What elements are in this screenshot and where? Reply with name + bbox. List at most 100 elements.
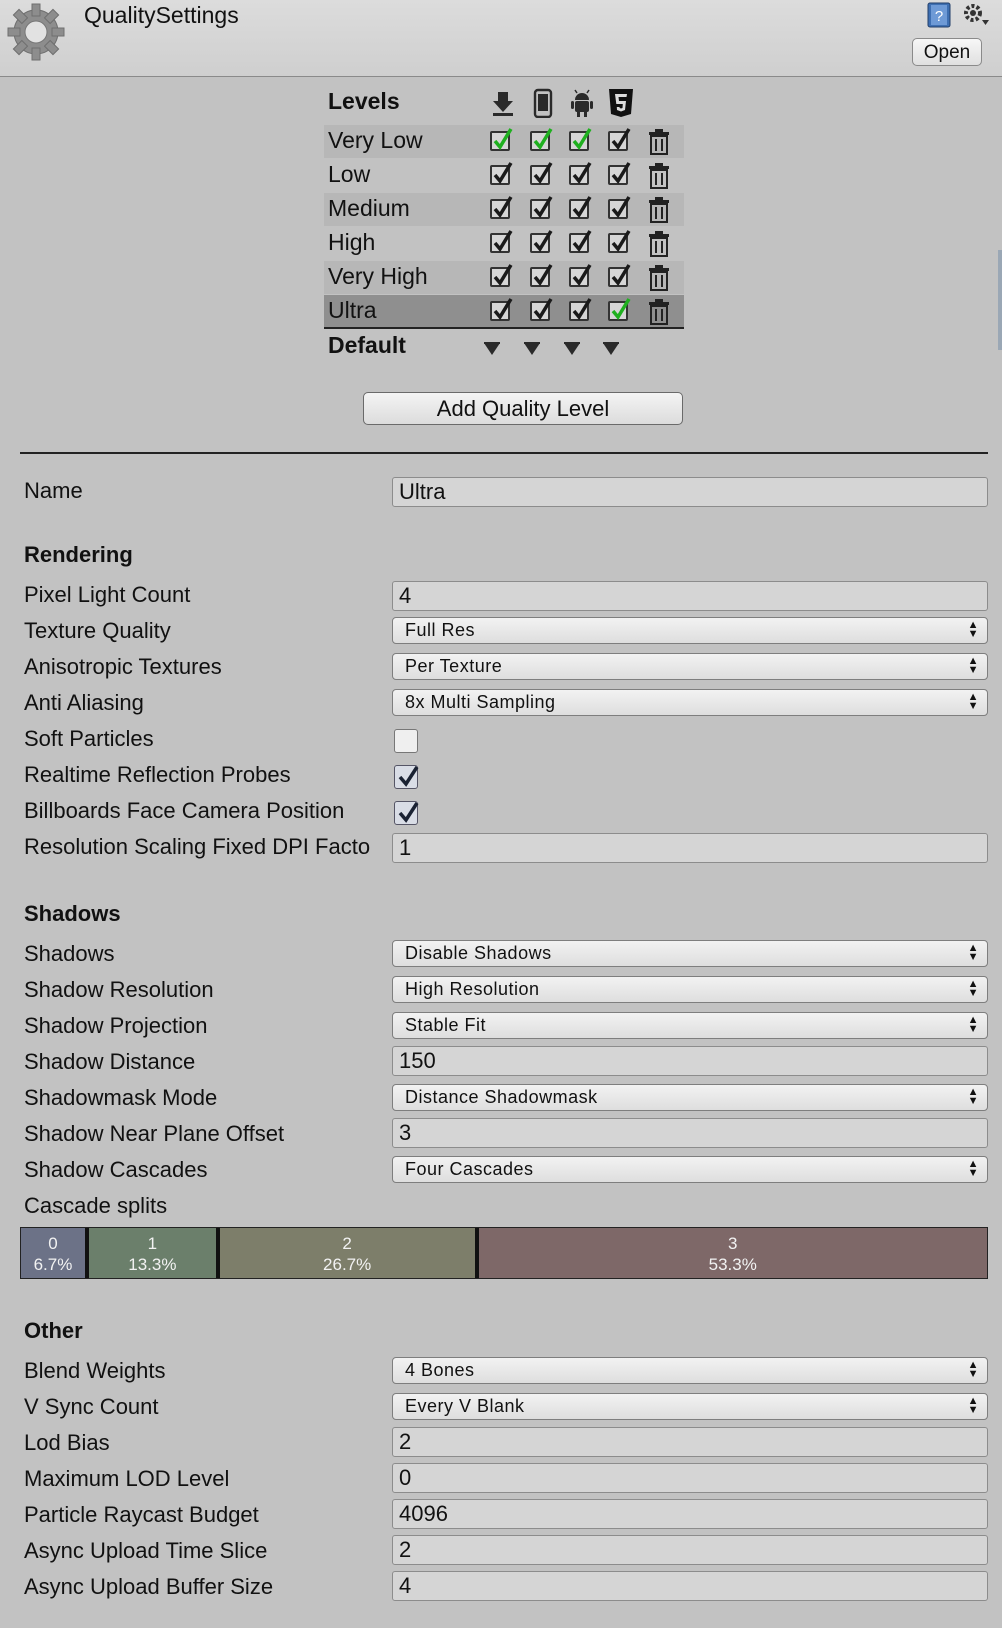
quality-level-row[interactable]: Very Low	[324, 125, 684, 158]
pixel-light-count-field[interactable]: 4	[392, 581, 988, 611]
checkmark-icon	[611, 298, 631, 320]
shadowmask-mode-dropdown[interactable]: Distance Shadowmask ▲ ▼	[392, 1084, 988, 1111]
checkmark-icon	[533, 264, 553, 286]
async-upload-time-slice-field[interactable]: 2	[392, 1535, 988, 1565]
default-label: Default	[328, 332, 406, 358]
shadowmask-mode-value: Distance Shadowmask	[405, 1087, 598, 1107]
quality-level-row[interactable]: Very High	[324, 261, 684, 294]
dropdown-arrows-icon: ▲ ▼	[967, 978, 979, 999]
cascade-percent: 13.3%	[128, 1255, 177, 1274]
v-sync-count-dropdown[interactable]: Every V Blank ▲ ▼	[392, 1393, 988, 1420]
quality-level-row[interactable]: Medium	[324, 193, 684, 226]
level-standalone-checkbox[interactable]	[490, 196, 513, 219]
dropdown-arrows-icon: ▲ ▼	[967, 942, 979, 963]
level-android-checkbox[interactable]	[569, 162, 592, 185]
trash-icon[interactable]	[648, 265, 670, 291]
trash-icon[interactable]	[648, 129, 670, 155]
cascade-splits-bar[interactable]: 0 6.7% 1 13.3% 2 26.7% 3 53.3%	[20, 1227, 988, 1279]
anisotropic-textures-dropdown[interactable]: Per Texture ▲ ▼	[392, 653, 988, 680]
checkmark-icon	[398, 802, 419, 823]
add-quality-level-button[interactable]: Add Quality Level	[363, 392, 683, 425]
level-phone-checkbox[interactable]	[530, 298, 553, 321]
shadow-resolution-label: Shadow Resolution	[24, 977, 214, 1002]
texture-quality-dropdown[interactable]: Full Res ▲ ▼	[392, 617, 988, 644]
cascade-split-segment[interactable]: 3 53.3%	[474, 1228, 987, 1278]
async-upload-buffer-size-field[interactable]: 4	[392, 1571, 988, 1601]
anti-aliasing-dropdown[interactable]: 8x Multi Sampling ▲ ▼	[392, 689, 988, 716]
pixel-light-count-label: Pixel Light Count	[24, 582, 191, 607]
lod-bias-field[interactable]: 2	[392, 1427, 988, 1457]
level-standalone-checkbox[interactable]	[490, 162, 513, 185]
level-webgl-checkbox[interactable]	[608, 298, 631, 321]
shadow-distance-field[interactable]: 150	[392, 1046, 988, 1076]
level-android-checkbox[interactable]	[569, 298, 592, 321]
trash-icon[interactable]	[648, 299, 670, 325]
checkmark-icon	[493, 298, 513, 320]
open-button[interactable]: Open	[912, 38, 982, 66]
quality-level-row[interactable]: Low	[324, 159, 684, 192]
billboards-face-camera-checkbox[interactable]	[394, 801, 419, 825]
default-dropdown-android[interactable]	[562, 342, 582, 356]
dropdown-arrows-icon: ▲ ▼	[967, 655, 979, 676]
settings-gear-icon[interactable]	[962, 2, 990, 28]
shadows-value: Disable Shadows	[405, 943, 552, 963]
shadow-resolution-dropdown[interactable]: High Resolution ▲ ▼	[392, 976, 988, 1003]
level-phone-checkbox[interactable]	[530, 264, 553, 287]
shadows-dropdown[interactable]: Disable Shadows ▲ ▼	[392, 940, 988, 967]
particle-raycast-budget-field[interactable]: 4096	[392, 1499, 988, 1529]
dropdown-arrows-icon: ▲ ▼	[967, 1014, 979, 1035]
soft-particles-checkbox[interactable]	[394, 729, 418, 753]
resolution-scaling-dpi-field[interactable]: 1	[392, 833, 988, 863]
maximum-lod-level-field[interactable]: 0	[392, 1463, 988, 1493]
trash-icon[interactable]	[648, 231, 670, 257]
level-phone-checkbox[interactable]	[530, 196, 553, 219]
cascade-split-segment[interactable]: 1 13.3%	[84, 1228, 216, 1278]
quality-level-name: Very High	[328, 263, 428, 289]
level-phone-checkbox[interactable]	[530, 128, 553, 151]
level-android-checkbox[interactable]	[569, 230, 592, 253]
anti-aliasing-value: 8x Multi Sampling	[405, 692, 556, 712]
level-android-checkbox[interactable]	[569, 264, 592, 287]
level-phone-checkbox[interactable]	[530, 230, 553, 253]
cascade-split-segment[interactable]: 2 26.7%	[215, 1228, 475, 1278]
level-android-checkbox[interactable]	[569, 128, 592, 151]
checkmark-icon	[493, 196, 513, 218]
level-standalone-checkbox[interactable]	[490, 264, 513, 287]
level-webgl-checkbox[interactable]	[608, 230, 631, 253]
trash-icon[interactable]	[648, 163, 670, 189]
checkmark-icon	[611, 162, 631, 184]
soft-particles-label: Soft Particles	[24, 726, 154, 751]
checkmark-icon	[611, 128, 631, 150]
quality-level-name: Low	[328, 161, 371, 187]
shadow-resolution-value: High Resolution	[405, 979, 540, 999]
level-webgl-checkbox[interactable]	[608, 128, 631, 151]
level-webgl-checkbox[interactable]	[608, 196, 631, 219]
checkmark-icon	[572, 162, 592, 184]
level-android-checkbox[interactable]	[569, 196, 592, 219]
shadow-cascades-label: Shadow Cascades	[24, 1157, 208, 1182]
checkmark-icon	[533, 162, 553, 184]
level-webgl-checkbox[interactable]	[608, 162, 631, 185]
blend-weights-dropdown[interactable]: 4 Bones ▲ ▼	[392, 1357, 988, 1384]
default-dropdown-webgl[interactable]	[601, 342, 621, 356]
realtime-reflection-probes-checkbox[interactable]	[394, 765, 419, 789]
shadow-near-plane-offset-field[interactable]: 3	[392, 1118, 988, 1148]
shadow-projection-dropdown[interactable]: Stable Fit ▲ ▼	[392, 1012, 988, 1039]
help-book-icon[interactable]: ?	[926, 2, 952, 28]
cascade-index: 1	[147, 1234, 158, 1253]
default-dropdown-standalone[interactable]	[482, 342, 502, 356]
quality-level-row[interactable]: Ultra	[324, 295, 684, 329]
level-standalone-checkbox[interactable]	[490, 298, 513, 321]
level-phone-checkbox[interactable]	[530, 162, 553, 185]
level-standalone-checkbox[interactable]	[490, 230, 513, 253]
level-webgl-checkbox[interactable]	[608, 264, 631, 287]
html5-icon	[609, 89, 633, 117]
trash-icon[interactable]	[648, 197, 670, 223]
cascade-split-segment[interactable]: 0 6.7%	[21, 1228, 85, 1278]
name-field[interactable]: Ultra	[392, 477, 988, 507]
default-dropdown-phone[interactable]	[522, 342, 542, 356]
level-standalone-checkbox[interactable]	[490, 128, 513, 151]
quality-level-row[interactable]: High	[324, 227, 684, 260]
inspector-header: QualitySettings ? Open	[0, 0, 1002, 77]
shadow-cascades-dropdown[interactable]: Four Cascades ▲ ▼	[392, 1156, 988, 1183]
